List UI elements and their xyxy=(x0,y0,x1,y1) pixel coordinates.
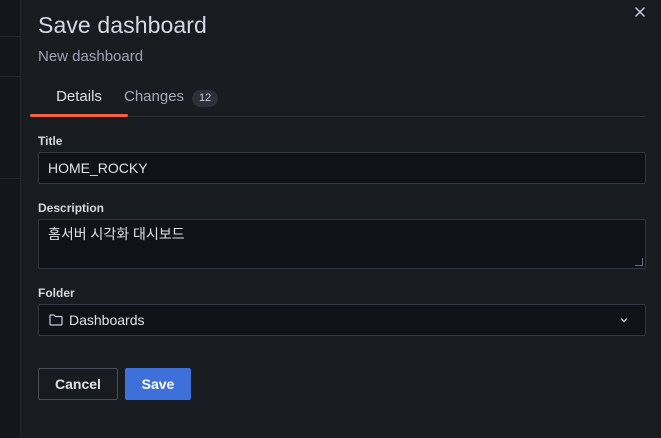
background-divider xyxy=(0,36,20,37)
dialog-subtitle: New dashboard xyxy=(38,48,144,65)
tab-changes[interactable]: Changes 12 xyxy=(124,88,219,115)
save-dashboard-drawer: Save dashboard New dashboard Details Cha… xyxy=(20,0,661,438)
dialog-title: Save dashboard xyxy=(38,12,207,38)
background-divider xyxy=(0,76,20,77)
folder-label: Folder xyxy=(38,286,75,300)
cancel-button[interactable]: Cancel xyxy=(38,368,118,400)
tab-details[interactable]: Details xyxy=(30,88,128,117)
folder-icon xyxy=(49,314,63,326)
active-tab-indicator xyxy=(30,114,128,117)
title-label: Title xyxy=(38,134,63,148)
save-button[interactable]: Save xyxy=(125,368,191,400)
tab-bar: Details Changes 12 xyxy=(30,88,645,117)
background-overlay xyxy=(0,0,20,438)
chevron-down-icon xyxy=(620,318,628,323)
description-text: 홈서버 시각화 대시보드 xyxy=(48,226,185,242)
folder-value: Dashboards xyxy=(69,312,145,328)
changes-count-badge: 12 xyxy=(192,90,219,107)
tab-label: Details xyxy=(56,88,102,105)
resize-handle[interactable] xyxy=(635,258,643,266)
close-icon[interactable] xyxy=(633,6,647,20)
folder-select[interactable]: Dashboards xyxy=(38,304,646,336)
title-input[interactable]: HOME_ROCKY xyxy=(38,152,646,184)
description-label: Description xyxy=(38,201,105,215)
tab-label: Changes xyxy=(124,88,185,105)
background-divider xyxy=(0,178,20,179)
description-textarea[interactable]: 홈서버 시각화 대시보드 xyxy=(38,219,646,269)
